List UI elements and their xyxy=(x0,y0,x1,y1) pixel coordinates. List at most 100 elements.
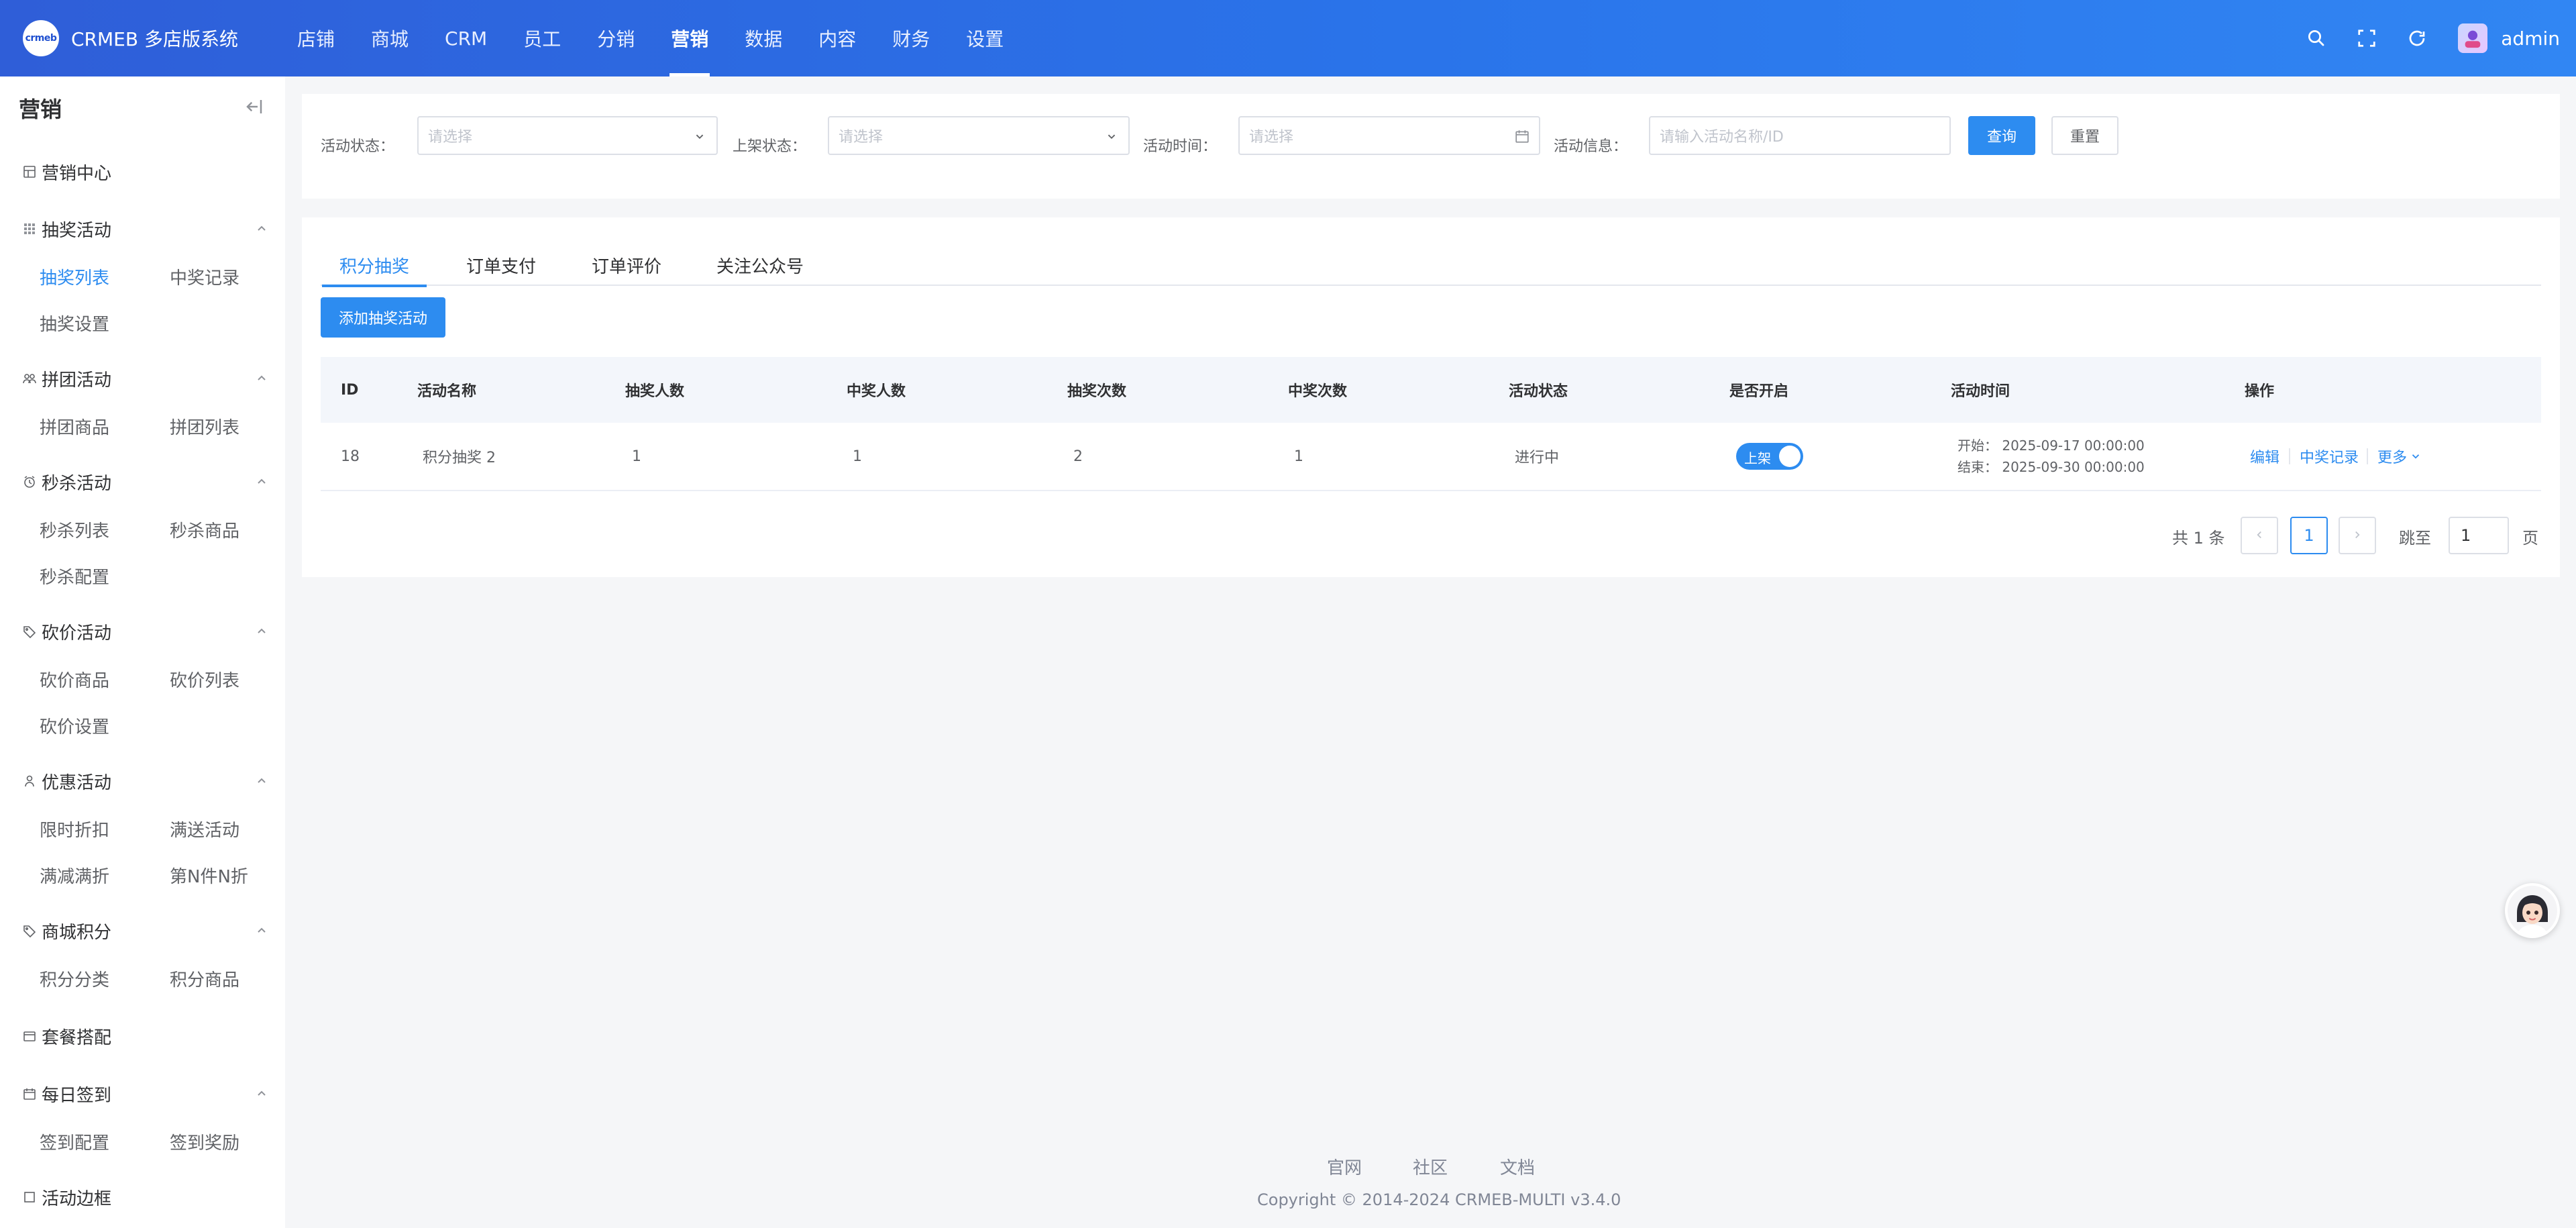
tab-follow-official-account[interactable]: 关注公众号 xyxy=(716,244,804,286)
nav-item-mall[interactable]: 商城 xyxy=(353,0,427,76)
sidebar-group-discount[interactable]: 优惠活动 xyxy=(21,761,270,801)
user-avatar[interactable] xyxy=(2458,23,2488,53)
chevron-down-icon xyxy=(2410,450,2422,462)
activity-status-label: 活动状态： xyxy=(321,138,395,155)
sidebar-item-points-category[interactable]: 积分分类 xyxy=(40,966,109,991)
column-header: 操作 xyxy=(2245,383,2275,400)
win-records-link[interactable]: 中奖记录 xyxy=(2300,423,2359,490)
nav-item-staff[interactable]: 员工 xyxy=(505,0,579,76)
user-name[interactable]: admin xyxy=(2501,28,2560,50)
sidebar-item-full-reduce[interactable]: 满减满折 xyxy=(40,863,109,888)
tab-points-lottery[interactable]: 积分抽奖 xyxy=(321,244,427,287)
sidebar-group-label: 拼团活动 xyxy=(42,370,112,391)
sidebar-item-bargain-products[interactable]: 砍价商品 xyxy=(40,667,109,692)
pagination-total: 共 1 条 xyxy=(2172,529,2225,548)
nav-item-crm[interactable]: CRM xyxy=(427,0,505,76)
sidebar-group-lottery[interactable]: 抽奖活动 xyxy=(21,209,270,249)
start-time: 开始： 2025-09-17 00:00:00 xyxy=(1957,438,2145,454)
sidebar-item-full-gift[interactable]: 满送活动 xyxy=(170,817,239,841)
nav-item-store[interactable]: 店铺 xyxy=(279,0,353,76)
enabled-toggle[interactable]: 上架 xyxy=(1736,443,1803,470)
header-tools: admin xyxy=(2280,0,2560,76)
activity-status-select[interactable]: 请选择 xyxy=(417,116,718,155)
sidebar-item-points-products[interactable]: 积分商品 xyxy=(170,966,239,991)
sidebar-item-flash-products[interactable]: 秒杀商品 xyxy=(170,517,239,542)
sidebar-item-bargain-list[interactable]: 砍价列表 xyxy=(170,667,239,692)
page-number-button[interactable]: 1 xyxy=(2290,517,2328,554)
sidebar-item-marketing-center[interactable]: 营销中心 xyxy=(21,152,270,192)
sidebar-group-group-buy[interactable]: 拼团活动 xyxy=(21,358,270,399)
jump-page-input[interactable]: 1 xyxy=(2449,517,2509,554)
top-nav: 店铺 商城 CRM 员工 分销 营销 数据 内容 财务 设置 xyxy=(279,0,1022,76)
sidebar-item-group-list[interactable]: 拼团列表 xyxy=(170,414,239,439)
toggle-knob xyxy=(1779,446,1801,467)
shelf-status-select[interactable]: 请选择 xyxy=(828,116,1130,155)
group-icon xyxy=(21,370,38,387)
sidebar-group-flash-sale[interactable]: 秒杀活动 xyxy=(21,462,270,502)
nav-item-content[interactable]: 内容 xyxy=(800,0,874,76)
activity-info-label: 活动信息： xyxy=(1554,138,1628,155)
query-button[interactable]: 查询 xyxy=(1968,116,2035,155)
sidebar-item-flash-config[interactable]: 秒杀配置 xyxy=(40,564,109,589)
reset-button[interactable]: 重置 xyxy=(2051,116,2118,155)
divider xyxy=(2367,448,2368,464)
select-placeholder: 请选择 xyxy=(428,129,473,146)
add-lottery-button[interactable]: 添加抽奖活动 xyxy=(321,297,445,338)
sidebar-item-lottery-list[interactable]: 抽奖列表 xyxy=(40,264,109,289)
sidebar-item-checkin-reward[interactable]: 签到奖励 xyxy=(170,1129,239,1154)
more-dropdown[interactable]: 更多 xyxy=(2377,423,2422,490)
column-header: 活动名称 xyxy=(417,383,477,400)
sidebar-group-points[interactable]: 商城积分 xyxy=(21,911,270,951)
edit-link[interactable]: 编辑 xyxy=(2250,423,2279,490)
nav-item-marketing[interactable]: 营销 xyxy=(653,0,727,76)
sidebar-item-lottery-settings[interactable]: 抽奖设置 xyxy=(40,311,109,336)
tab-order-review[interactable]: 订单评价 xyxy=(592,244,661,286)
table-header: ID 活动名称 抽奖人数 中奖人数 抽奖次数 中奖次数 活动状态 是否开启 活动… xyxy=(321,357,2541,423)
prev-page-button[interactable] xyxy=(2241,517,2278,554)
calendar-icon xyxy=(21,1086,38,1102)
sidebar-item-time-discount[interactable]: 限时折扣 xyxy=(40,817,109,841)
cell-activity-time: 开始： 2025-09-17 00:00:00 结束： 2025-09-30 0… xyxy=(1957,435,2145,478)
sidebar-item-bargain-settings[interactable]: 砍价设置 xyxy=(40,713,109,738)
nav-item-distribution[interactable]: 分销 xyxy=(579,0,653,76)
customer-service-avatar[interactable] xyxy=(2505,883,2560,938)
input-placeholder: 请输入活动名称/ID xyxy=(1660,129,1784,146)
collapse-sidebar-icon[interactable] xyxy=(244,97,264,117)
logo-text: CRMEB 多店版系统 xyxy=(71,28,238,50)
sidebar-group-label: 秒杀活动 xyxy=(42,473,112,494)
sidebar-group-bargain[interactable]: 砍价活动 xyxy=(21,611,270,652)
footer-link-docs[interactable]: 文档 xyxy=(1500,1154,1535,1179)
chevron-up-icon xyxy=(254,623,270,639)
sidebar-group-checkin[interactable]: 每日签到 xyxy=(21,1074,270,1114)
footer-link-official-site[interactable]: 官网 xyxy=(1327,1154,1362,1179)
sidebar-item-checkin-config[interactable]: 签到配置 xyxy=(40,1129,109,1154)
search-icon[interactable] xyxy=(2302,24,2330,52)
jump-to-label: 跳至 xyxy=(2399,529,2431,548)
sidebar-item-nth-discount[interactable]: 第N件N折 xyxy=(170,863,248,888)
fullscreen-icon[interactable] xyxy=(2353,24,2381,52)
tab-order-payment[interactable]: 订单支付 xyxy=(466,244,536,286)
activity-info-input[interactable]: 请输入活动名称/ID xyxy=(1649,116,1951,155)
sidebar-item-flash-list[interactable]: 秒杀列表 xyxy=(40,517,109,542)
alarm-clock-icon xyxy=(21,474,38,490)
nav-item-data[interactable]: 数据 xyxy=(727,0,800,76)
next-page-button[interactable] xyxy=(2339,517,2376,554)
column-header: 活动时间 xyxy=(1951,383,2010,400)
sidebar-item-activity-frame[interactable]: 活动边框 xyxy=(21,1177,270,1217)
calendar-icon xyxy=(1515,129,1529,144)
cell-id: 18 xyxy=(341,448,360,465)
sidebar-item-combo[interactable]: 套餐搭配 xyxy=(21,1016,270,1056)
cell-draw-times: 2 xyxy=(1073,448,1083,465)
nav-item-settings[interactable]: 设置 xyxy=(948,0,1022,76)
refresh-icon[interactable] xyxy=(2403,24,2431,52)
shelf-status-label: 上架状态： xyxy=(733,138,807,155)
sidebar-item-win-records[interactable]: 中奖记录 xyxy=(170,264,239,289)
nav-item-finance[interactable]: 财务 xyxy=(874,0,948,76)
sidebar-item-label: 套餐搭配 xyxy=(42,1027,112,1048)
chevron-up-icon xyxy=(254,221,270,237)
sidebar-item-label: 活动边框 xyxy=(42,1188,112,1209)
logo[interactable]: crmeb CRMEB 多店版系统 xyxy=(23,19,238,57)
activity-time-picker[interactable]: 请选择 xyxy=(1238,116,1540,155)
sidebar-item-group-products[interactable]: 拼团商品 xyxy=(40,414,109,439)
footer-link-community[interactable]: 社区 xyxy=(1413,1154,1448,1179)
